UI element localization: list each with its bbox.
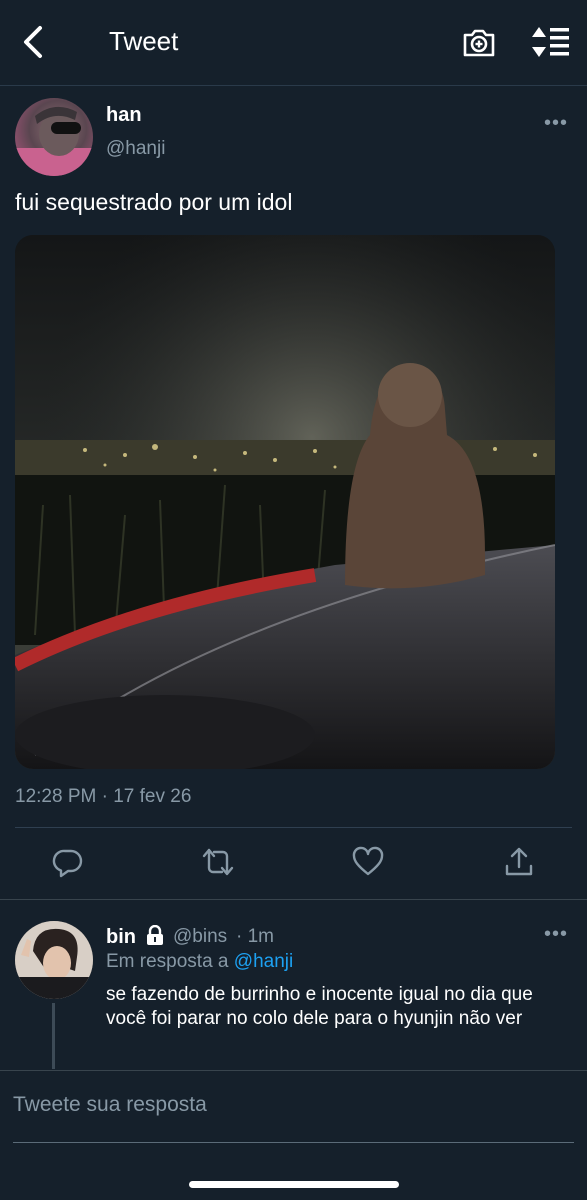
- tweet-timestamp: 12:28 PM · 17 fev 26: [15, 786, 192, 807]
- retweet-icon[interactable]: [202, 846, 234, 878]
- sort-arrows-icon[interactable]: [531, 25, 571, 59]
- author-handle[interactable]: @hanji: [106, 138, 165, 160]
- thread-line: [52, 1003, 55, 1069]
- reply-compose-input[interactable]: Tweete sua resposta: [13, 1093, 207, 1117]
- lock-icon: [147, 925, 163, 945]
- like-icon[interactable]: [352, 846, 384, 878]
- home-indicator: [189, 1181, 399, 1188]
- avatar[interactable]: [15, 98, 93, 176]
- tweet-text: fui sequestrado por um idol: [15, 189, 293, 215]
- top-bar: Tweet: [0, 0, 587, 86]
- reply-author-handle[interactable]: @bins: [173, 926, 227, 948]
- reply-author-name[interactable]: bin: [106, 926, 136, 949]
- reply-icon[interactable]: [52, 846, 84, 878]
- divider: [0, 1070, 587, 1071]
- in-reply-handle-link[interactable]: @hanji: [234, 951, 293, 972]
- more-options-icon[interactable]: •••: [544, 113, 568, 133]
- tweet-photo[interactable]: [15, 235, 555, 769]
- avatar-image: [15, 921, 93, 999]
- more-options-icon[interactable]: •••: [544, 924, 568, 944]
- reply-time: · 1m: [236, 926, 274, 947]
- reply-text: se fazendo de burrinho e inocente igual …: [106, 984, 533, 1029]
- author-name[interactable]: han: [106, 104, 142, 127]
- page-title: Tweet: [109, 26, 179, 56]
- chevron-left-icon[interactable]: [18, 24, 48, 60]
- in-reply-prefix: Em resposta a: [106, 951, 229, 972]
- in-reply-to: Em resposta a @hanji: [106, 951, 293, 973]
- reply-avatar[interactable]: [15, 921, 93, 999]
- compose-underline: [13, 1142, 574, 1143]
- camera-plus-icon[interactable]: [461, 25, 497, 61]
- divider: [0, 899, 587, 900]
- divider: [15, 827, 572, 828]
- night-city-photo: [15, 235, 555, 769]
- share-icon[interactable]: [503, 846, 535, 878]
- avatar-image: [15, 106, 93, 176]
